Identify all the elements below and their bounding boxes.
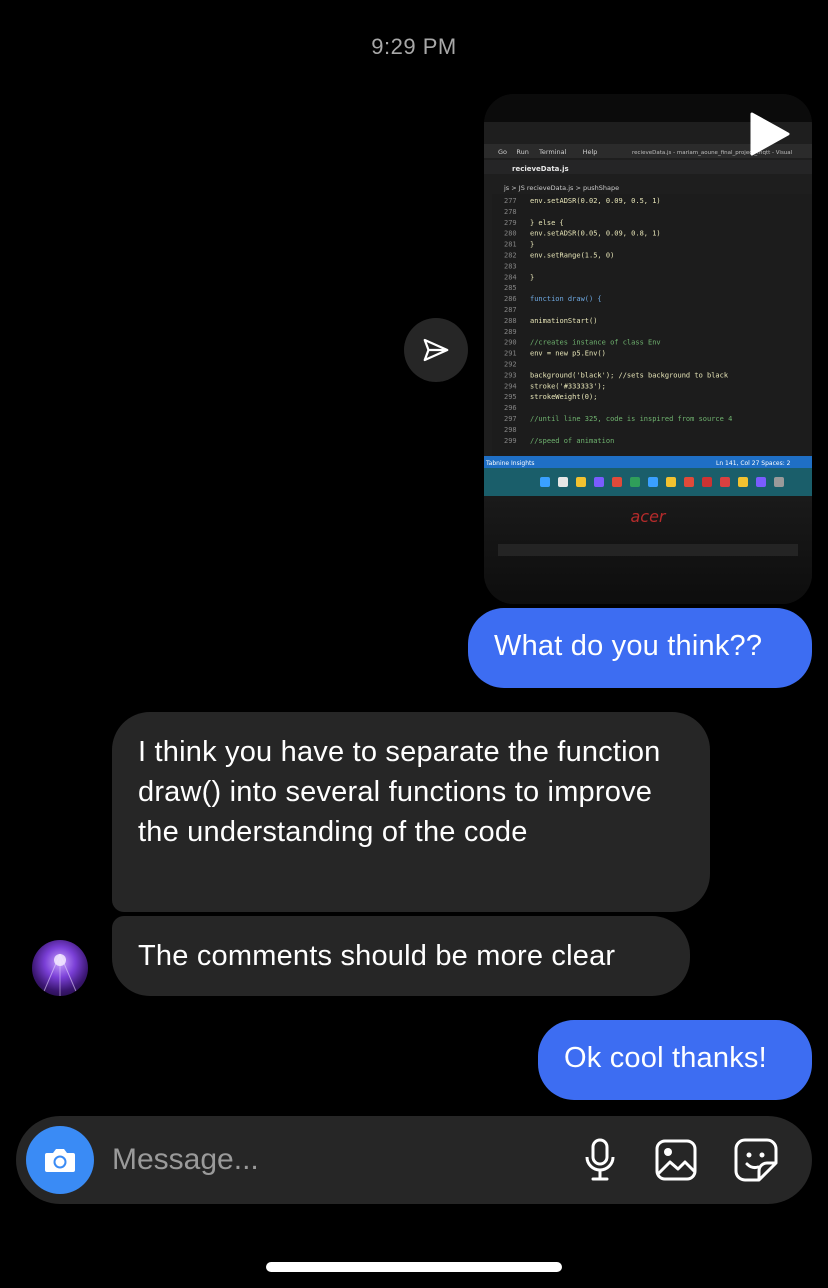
code-line-number: 278	[504, 208, 517, 216]
code-line-text: }	[530, 273, 534, 281]
code-line-text: }	[530, 241, 534, 249]
message-bubble-incoming[interactable]: I think you have to separate the functio…	[112, 712, 710, 912]
taskbar-app-icon	[540, 477, 550, 487]
taskbar-app-icon	[684, 477, 694, 487]
code-line-number: 296	[504, 404, 517, 412]
code-line-text: env.setADSR(0.02, 0.09, 0.5, 1)	[530, 197, 661, 205]
editor-menu-item: Run	[516, 148, 528, 156]
code-line-number: 295	[504, 393, 517, 401]
code-line-number: 291	[504, 350, 517, 358]
taskbar-app-icon	[774, 477, 784, 487]
code-line-text: stroke('#333333');	[530, 382, 606, 390]
taskbar-app-icon	[612, 477, 622, 487]
taskbar-app-icon	[576, 477, 586, 487]
code-line-text: } else {	[530, 219, 564, 227]
taskbar-app-icon	[738, 477, 748, 487]
code-line-text: env.setADSR(0.05, 0.09, 0.8, 1)	[530, 230, 661, 238]
code-line-text: background('black'); //sets background t…	[530, 371, 729, 379]
code-line-number: 279	[504, 219, 517, 227]
editor-breadcrumb: js > JS recieveData.js > pushShape	[503, 184, 619, 192]
gallery-button[interactable]	[652, 1136, 700, 1184]
sticker-button[interactable]	[732, 1136, 780, 1184]
code-line-number: 286	[504, 295, 517, 303]
taskbar-app-icon	[630, 477, 640, 487]
code-line-number: 281	[504, 241, 517, 249]
status-left: Tabnine Insights	[485, 460, 534, 467]
taskbar-app-icon	[558, 477, 568, 487]
code-line-number: 280	[504, 230, 517, 238]
code-line-number: 283	[504, 262, 517, 270]
microphone-icon	[585, 1138, 615, 1181]
code-line-number: 298	[504, 426, 517, 434]
timestamp: 9:29 PM	[371, 34, 457, 59]
taskbar-app-icon	[594, 477, 604, 487]
code-line-number: 288	[504, 317, 517, 325]
video-message[interactable]: Go Run Terminal Help recieveData.js - maria…	[484, 94, 812, 604]
message-bubble-outgoing[interactable]: Ok cool thanks!	[538, 1020, 812, 1100]
code-line-text: animationStart()	[530, 317, 597, 325]
code-line-number: 292	[504, 361, 517, 369]
code-line-number: 299	[504, 437, 517, 445]
video-thumbnail: Go Run Terminal Help recieveData.js - maria…	[484, 94, 812, 604]
avatar[interactable]	[32, 940, 88, 996]
status-right: Ln 141, Col 27 Spaces: 2	[716, 460, 791, 467]
code-line-number: 290	[504, 339, 517, 347]
microphone-button[interactable]	[576, 1136, 624, 1184]
code-line-number: 294	[504, 382, 517, 390]
editor-tab: recieveData.js	[512, 165, 569, 173]
message-input[interactable]	[112, 1138, 552, 1182]
code-line-number: 297	[504, 415, 517, 423]
code-line-number: 289	[504, 328, 517, 336]
message-bubble-outgoing[interactable]: What do you think??	[468, 608, 812, 688]
code-line-text: //creates instance of class Env	[530, 339, 661, 347]
code-line-number: 285	[504, 284, 517, 292]
taskbar-app-icon	[702, 477, 712, 487]
laptop-brand: acer	[630, 507, 666, 526]
message-composer	[16, 1116, 812, 1204]
code-line-number: 293	[504, 371, 517, 379]
editor-menu-item: Terminal	[538, 148, 567, 156]
home-indicator	[266, 1262, 562, 1272]
code-line-text: env.setRange(1.5, 0)	[530, 252, 614, 260]
taskbar-app-icon	[666, 477, 676, 487]
code-line-text: env = new p5.Env()	[530, 350, 606, 358]
code-line-number: 284	[504, 273, 517, 281]
code-line-text: function draw() {	[530, 295, 602, 303]
code-line-text: strokeWeight(0);	[530, 393, 597, 401]
gallery-icon	[655, 1139, 697, 1181]
camera-icon	[45, 1149, 75, 1172]
play-icon[interactable]	[748, 110, 792, 158]
camera-button[interactable]	[26, 1126, 94, 1194]
message-bubble-incoming[interactable]: The comments should be more clear	[112, 916, 690, 996]
taskbar-app-icon	[648, 477, 658, 487]
code-line-number: 277	[504, 197, 517, 205]
sticker-icon	[734, 1138, 778, 1182]
code-line-text: //until line 325, code is inspired from …	[530, 415, 732, 423]
code-line-number: 287	[504, 306, 517, 314]
taskbar-app-icon	[756, 477, 766, 487]
editor-menu-item: Go	[498, 148, 507, 156]
share-button[interactable]	[404, 318, 468, 382]
editor-menu-item: Help	[583, 148, 598, 156]
code-line-number: 282	[504, 252, 517, 260]
send-icon	[423, 338, 449, 362]
taskbar-app-icon	[720, 477, 730, 487]
code-line-text: //speed of animation	[530, 437, 614, 445]
